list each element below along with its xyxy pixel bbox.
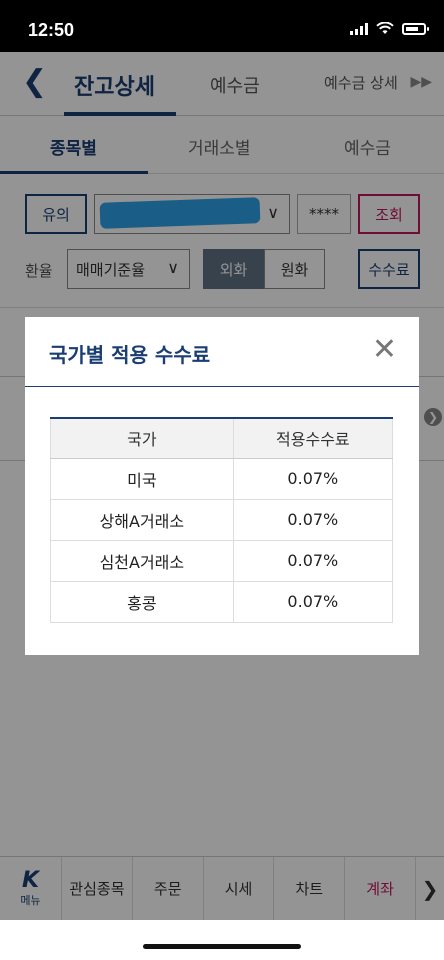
country-cell: 미국 [50,458,234,500]
country-cell: 상해A거래소 [50,499,234,541]
status-bar: 12:50 [0,0,444,52]
fee-cell: 0.07% [232,499,393,541]
country-cell: 홍콩 [50,581,234,623]
fee-cell: 0.07% [232,540,393,582]
modal-title: 국가별 적용 수수료 [49,343,211,367]
table-row: 상해A거래소 0.07% [50,499,393,541]
cellular-signal-icon [350,22,368,35]
modal-header: 국가별 적용 수수료 ✕ [25,317,419,387]
bottom-nav-dim [0,856,444,920]
column-header-fee: 적용수수료 [232,417,393,459]
fee-cell: 0.07% [232,581,393,623]
home-indicator-area [0,920,444,960]
table-row: 홍콩 0.07% [50,581,393,623]
home-indicator[interactable] [143,944,301,949]
status-icons [350,22,429,35]
wifi-icon [376,22,394,34]
close-icon[interactable]: ✕ [372,335,397,365]
table-row: 심천A거래소 0.07% [50,540,393,582]
table-header-row: 국가 적용수수료 [50,417,393,459]
fee-table: 국가 적용수수료 미국 0.07% 상해A거래소 0.07% 심천A거래소 0.… [50,417,393,623]
status-time: 12:50 [28,20,75,40]
country-cell: 심천A거래소 [50,540,234,582]
fee-modal: 국가별 적용 수수료 ✕ 국가 적용수수료 미국 0.07% 상해A거래소 0.… [25,317,419,655]
fee-cell: 0.07% [232,458,393,500]
battery-icon [402,22,429,35]
table-row: 미국 0.07% [50,458,393,500]
column-header-country: 국가 [50,417,234,459]
